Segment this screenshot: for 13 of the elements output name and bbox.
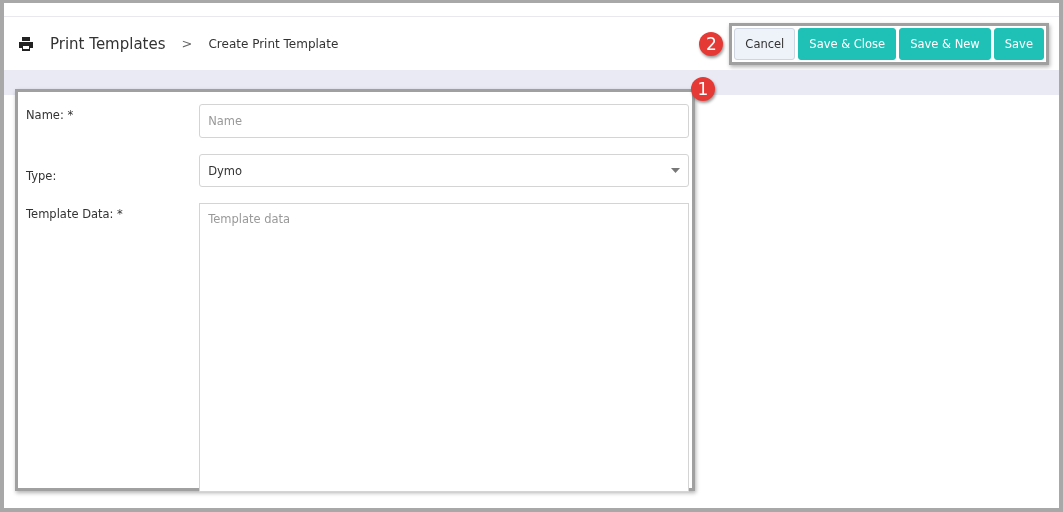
- breadcrumb-separator: >: [181, 36, 193, 51]
- template-data-field[interactable]: Template data: [199, 203, 689, 492]
- field-label: Type:: [26, 167, 58, 183]
- field-label: Template Data: *: [26, 206, 124, 223]
- breadcrumb-link[interactable]: Print Templates: [50, 34, 166, 53]
- field-label: Name: *: [26, 107, 75, 124]
- name-field[interactable]: Name: [199, 104, 689, 138]
- callout-badge: 2: [699, 31, 724, 56]
- type-dropdown[interactable]: Dymo: [199, 154, 689, 187]
- caret-icon: [671, 168, 680, 173]
- cancel-button[interactable]: Cancel: [734, 27, 796, 60]
- printer-icon: [18, 36, 34, 51]
- breadcrumb-current: Create Print Template: [208, 36, 339, 51]
